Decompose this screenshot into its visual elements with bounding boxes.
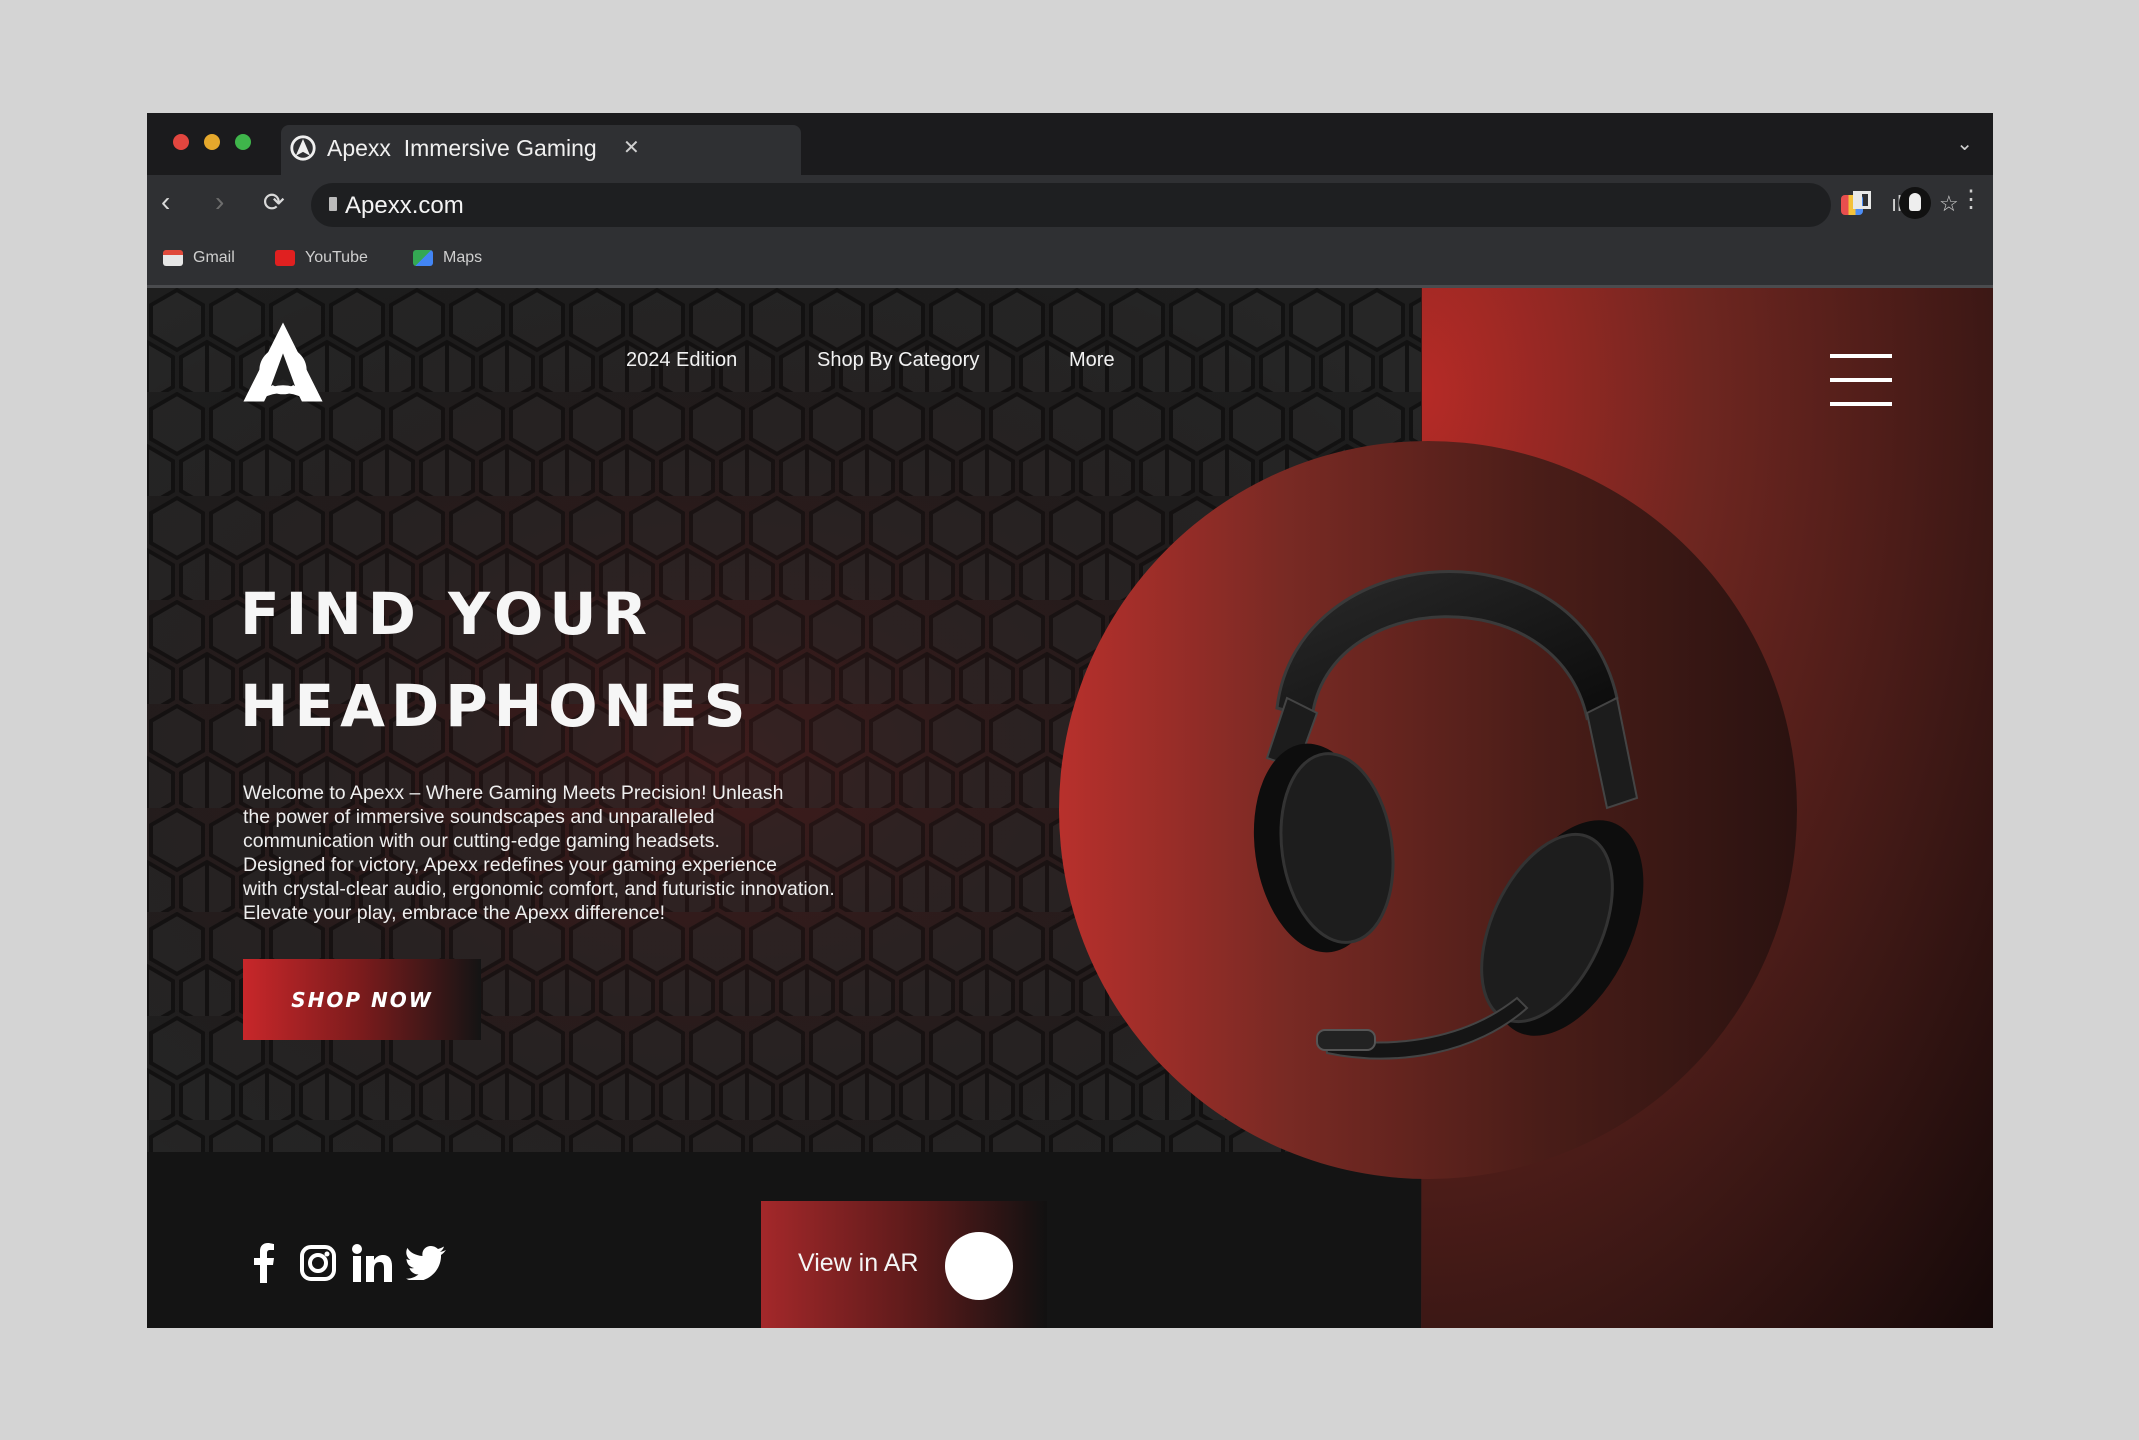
active-tab[interactable]: Apexx Immersive Gaming ✕ — [281, 125, 801, 175]
tab-search-chevron-icon[interactable]: ⌄ — [1956, 131, 1973, 156]
twitter-icon[interactable] — [405, 1243, 447, 1283]
close-window-button[interactable] — [173, 134, 189, 150]
bookmark-star-icon[interactable]: ☆ — [1939, 191, 1959, 217]
side-panel-icon[interactable] — [1853, 191, 1871, 209]
forward-button[interactable]: › — [215, 187, 224, 217]
nav-link-2024-edition[interactable]: 2024 Edition — [626, 349, 737, 372]
bookmark-gmail[interactable]: Gmail — [163, 249, 235, 267]
hero-title: Find Your Headphones — [240, 568, 940, 752]
page-content: 2024 Edition Shop By Category More Find — [147, 288, 1993, 1328]
description-line: Welcome to Apexx – Where Gaming Meets Pr… — [243, 782, 784, 804]
ar-toggle-button[interactable] — [945, 1232, 1013, 1300]
bookmark-label: Gmail — [193, 249, 235, 266]
back-button[interactable]: ‹ — [161, 187, 170, 217]
hero-title-line: Find Your — [240, 580, 654, 648]
apexx-favicon-icon — [290, 135, 316, 161]
youtube-icon — [275, 250, 295, 266]
nav-link-shop-by-category[interactable]: Shop By Category — [817, 349, 979, 372]
maximize-window-button[interactable] — [235, 134, 251, 150]
tab-close-icon[interactable]: ✕ — [623, 135, 640, 160]
description-line: with crystal-clear audio, ergonomic comf… — [243, 878, 835, 900]
facebook-icon[interactable] — [243, 1243, 285, 1283]
browser-toolbar: ‹ › ⟳ Apexx.com ılı ☆ ⋮ — [147, 175, 1993, 235]
description-line: Elevate your play, embrace the Apexx dif… — [243, 902, 666, 924]
browser-window: Apexx Immersive Gaming ✕ ⌄ ‹ › ⟳ Apexx.c… — [147, 113, 1993, 1328]
profile-avatar-icon[interactable] — [1899, 187, 1931, 219]
minimize-window-button[interactable] — [204, 134, 220, 150]
hero-title-line: Headphones — [240, 672, 752, 740]
site-info-icon[interactable] — [329, 197, 337, 211]
bookmark-label: Maps — [443, 249, 483, 266]
instagram-icon[interactable] — [297, 1243, 339, 1283]
view-in-ar-panel[interactable]: View in AR — [761, 1201, 1047, 1328]
apexx-logo[interactable] — [240, 318, 326, 406]
browser-menu-icon[interactable]: ⋮ — [1959, 185, 1983, 214]
bookmark-youtube[interactable]: YouTube — [275, 249, 368, 267]
social-links — [243, 1243, 447, 1283]
maps-icon — [413, 250, 433, 266]
bookmarks-bar: Gmail YouTube Maps — [147, 235, 1993, 288]
hero-description: Welcome to Apexx – Where Gaming Meets Pr… — [243, 781, 943, 925]
bookmark-maps[interactable]: Maps — [413, 249, 482, 267]
description-line: communication with our cutting-edge gami… — [243, 830, 720, 852]
description-line: the power of immersive soundscapes and u… — [243, 806, 715, 828]
address-bar[interactable]: Apexx.com ılı ☆ — [311, 183, 1959, 227]
tab-bar: Apexx Immersive Gaming ✕ ⌄ — [147, 113, 1993, 175]
shop-now-button[interactable]: Shop Now — [243, 959, 481, 1040]
hamburger-menu-icon[interactable] — [1830, 354, 1892, 406]
reload-button[interactable]: ⟳ — [263, 187, 285, 217]
linkedin-icon[interactable] — [351, 1243, 393, 1283]
description-line: Designed for victory, Apexx redefines yo… — [243, 854, 778, 876]
view-in-ar-label: View in AR — [798, 1249, 919, 1277]
nav-link-more[interactable]: More — [1069, 349, 1115, 372]
gaming-headset-image — [1253, 570, 1644, 1060]
bookmark-label: YouTube — [305, 249, 368, 266]
url-text[interactable]: Apexx.com — [345, 192, 464, 220]
gmail-icon — [163, 250, 183, 266]
tab-title: Apexx Immersive Gaming — [327, 135, 597, 161]
